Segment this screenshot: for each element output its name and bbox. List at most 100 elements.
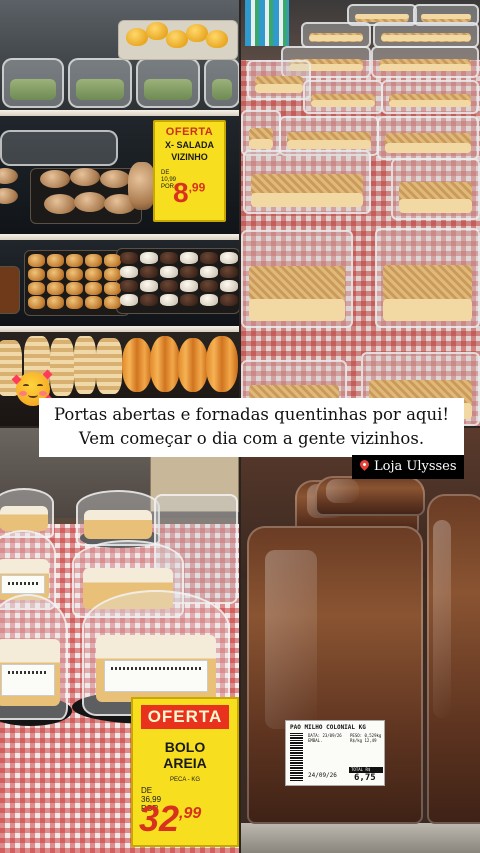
pastry [47, 254, 64, 267]
cookie [140, 266, 158, 278]
cake-container [371, 46, 479, 78]
label-date: 24/09/26 [308, 772, 337, 779]
cookie [220, 266, 238, 278]
cookie [160, 280, 178, 292]
tag-product-name: AREIA [163, 755, 207, 771]
bun [128, 162, 156, 210]
caption-line: Portas abertas e fornadas quentinhas por… [53, 405, 450, 424]
cookie [200, 280, 218, 292]
cookie [180, 252, 198, 264]
cookie [120, 294, 138, 306]
salad-container [2, 58, 64, 108]
location-pin-icon [358, 458, 371, 471]
bun [74, 192, 106, 212]
pastry [104, 268, 121, 281]
cake-container [301, 22, 371, 48]
croissant [150, 336, 180, 392]
pastry [85, 282, 102, 295]
tag-offer-label: OFERTA [141, 705, 229, 729]
cake-container [373, 22, 479, 48]
pastry [47, 282, 64, 295]
pastry [28, 268, 45, 281]
tag-product-name: BOLO [164, 739, 206, 755]
cookie [180, 294, 198, 306]
cookie [120, 266, 138, 278]
cake-container [377, 116, 479, 160]
label-info: PESO: 0,529kg R$/kg 12,49 [350, 733, 382, 743]
cake-dome [76, 490, 160, 546]
bun [44, 194, 76, 214]
photo-sand-cakes: OFERTA BOLO AREIA PECA - KG DE 36,99 POR… [0, 428, 239, 853]
pastry [104, 296, 121, 309]
pastry [47, 268, 64, 281]
pastry [28, 296, 45, 309]
label-info: DATA: 23/09/26 EMBAL. [308, 733, 342, 743]
cookie [140, 252, 158, 264]
tag-product-name: X- SALADA [165, 140, 214, 150]
cookie [160, 252, 178, 264]
tag-price: 32,99 [139, 798, 202, 839]
salad-container [204, 58, 239, 108]
pastry [104, 254, 121, 267]
cookie [220, 280, 238, 292]
flaky-pastry [74, 336, 96, 394]
cake-container [241, 230, 353, 328]
cookie [200, 294, 218, 306]
location-sticker[interactable]: Loja Ulysses [352, 455, 464, 479]
background-products [245, 0, 289, 46]
bread-container [0, 130, 118, 166]
cookie [120, 252, 138, 264]
coxinha [126, 28, 148, 46]
cookie [140, 280, 158, 292]
cake-container [303, 80, 383, 114]
croissant [206, 336, 238, 392]
pastry [47, 296, 64, 309]
tag-unit: PECA - KG [169, 777, 200, 783]
bread-loaf [315, 476, 425, 516]
flaky-pastry [50, 338, 74, 396]
cookie [180, 280, 198, 292]
croissant [178, 338, 208, 392]
bun [40, 170, 70, 188]
cookie [220, 294, 238, 306]
pastry [28, 282, 45, 295]
coxinha [206, 30, 228, 48]
cookie [160, 266, 178, 278]
coxinha [186, 24, 208, 42]
cookie [160, 294, 178, 306]
cake-container [247, 60, 311, 100]
croissant [122, 338, 152, 392]
pastry-tray [0, 266, 20, 314]
cake-container [243, 150, 371, 214]
pastry [104, 282, 121, 295]
salad-container [68, 58, 132, 108]
cake-container [381, 80, 479, 114]
tag-offer-label: OFERTA [165, 126, 214, 138]
photo-cake-containers [241, 0, 480, 426]
cookie [140, 294, 158, 306]
story-caption: Portas abertas e fornadas quentinhas por… [39, 398, 464, 457]
pastry [28, 254, 45, 267]
cake-container [391, 158, 480, 220]
photo-bakery-display: OFERTA X- SALADA VIZINHO DE 10,99 POR 8,… [0, 0, 239, 426]
cookie [120, 280, 138, 292]
cake-dome [0, 594, 68, 720]
price-tag-x-salada: OFERTA X- SALADA VIZINHO DE 10,99 POR 8,… [153, 120, 226, 222]
counter-edge [241, 823, 480, 853]
location-label: Loja Ulysses [374, 459, 457, 474]
pastry [66, 254, 83, 267]
label-product-name: PAO MILHO COLONIAL KG [290, 724, 366, 731]
coxinha [146, 22, 168, 40]
bun [70, 168, 100, 186]
pastry [66, 296, 83, 309]
coxinha [166, 30, 188, 48]
photo-corn-bread [241, 428, 480, 853]
cookie [220, 252, 238, 264]
salad-container [136, 58, 200, 108]
bread-loaf [427, 494, 480, 824]
pastry [85, 254, 102, 267]
pastry [66, 282, 83, 295]
bun [100, 170, 130, 188]
cookie [200, 252, 218, 264]
pastry [85, 268, 102, 281]
